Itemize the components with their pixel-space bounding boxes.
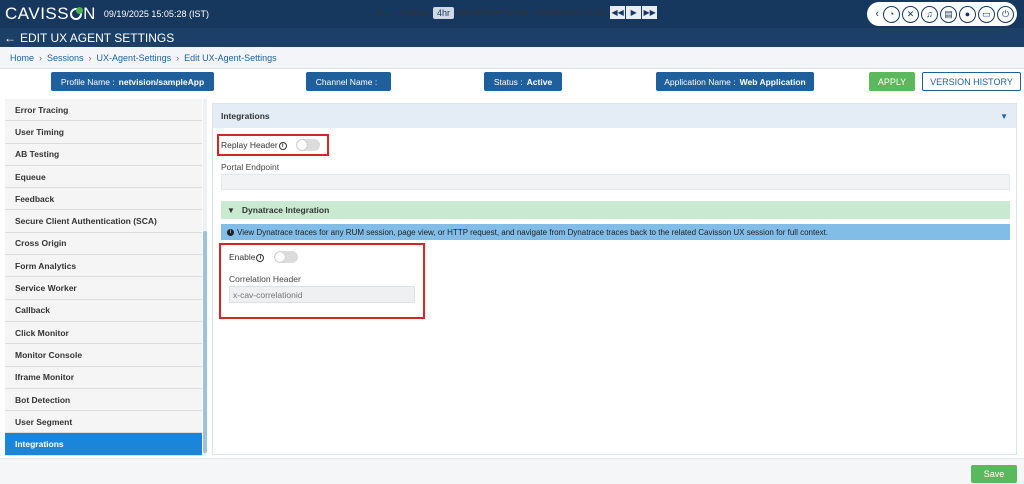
panel-title: Integrations xyxy=(221,111,270,121)
breadcrumb-ux-agent-settings[interactable]: UX-Agent-Settings xyxy=(97,53,172,63)
chat-icon[interactable]: ▭ xyxy=(978,5,995,23)
sidebar-item-bot-detection[interactable]: Bot Detection xyxy=(5,388,202,412)
enable-label: Enable i xyxy=(229,252,265,262)
sidebar-item-equeue[interactable]: Equeue xyxy=(5,165,202,189)
time-range-value: 09/19/2025 10:49 - 09/19/2025 14:49 xyxy=(458,7,607,18)
sidebar-item-iframe-monitor[interactable]: Iframe Monitor xyxy=(5,366,202,389)
sidebar-item-feedback[interactable]: Feedback xyxy=(5,188,202,211)
channel-name-badge: Channel Name : xyxy=(306,72,391,91)
correlation-header-label: Correlation Header xyxy=(229,274,301,284)
caret-down-icon[interactable]: ▼ xyxy=(1000,112,1008,121)
info-icon[interactable]: i xyxy=(278,142,287,150)
breadcrumb: Home › Sessions › UX-Agent-Settings › Ed… xyxy=(0,47,1024,69)
user-icon[interactable]: ● xyxy=(959,5,976,23)
time-range-badge[interactable]: 4hr xyxy=(433,6,455,19)
dynatrace-info-text: View Dynatrace traces for any RUM sessio… xyxy=(237,227,829,237)
version-history-button[interactable]: VERSION HISTORY xyxy=(922,72,1021,91)
chevron-left-icon[interactable]: ‹ xyxy=(875,8,879,20)
page-title: EDIT UX AGENT SETTINGS xyxy=(20,30,175,45)
save-button[interactable]: Save xyxy=(971,465,1017,483)
dynatrace-section-title: Dynatrace Integration xyxy=(241,205,330,215)
replay-header-label: Replay Header i xyxy=(221,140,287,150)
chevron-right-icon: › xyxy=(88,52,92,63)
info-icon[interactable]: i xyxy=(256,254,265,262)
sidebar-item-form-analytics[interactable]: Form Analytics xyxy=(5,255,202,278)
sidebar-scroll-thumb[interactable] xyxy=(203,231,207,453)
sidebar-item-click-monitor[interactable]: Click Monitor xyxy=(5,321,202,345)
breadcrumb-home[interactable]: Home xyxy=(10,53,34,63)
sidebar-item-sca[interactable]: Secure Client Authentication (SCA) xyxy=(5,210,202,233)
history-icon[interactable]: ◔ xyxy=(883,5,900,23)
info-circle-icon: i xyxy=(227,228,234,236)
chevron-right-icon: › xyxy=(176,52,180,63)
time-range-label[interactable]: Past 4 Hours xyxy=(377,8,429,18)
status-badge: Status : Active xyxy=(484,72,562,91)
portal-endpoint-input[interactable] xyxy=(221,174,1010,190)
cavisson-logo: CAVISS N xyxy=(5,4,96,23)
back-arrow-icon[interactable]: ← xyxy=(4,31,16,45)
current-datetime: 09/19/2025 15:05:28 (IST) xyxy=(103,9,209,19)
breadcrumb-sessions[interactable]: Sessions xyxy=(47,53,84,63)
sidebar-item-cross-origin[interactable]: Cross Origin xyxy=(5,232,202,256)
sidebar-item-user-timing[interactable]: User Timing xyxy=(5,121,202,144)
sidebar-item-error-tracing[interactable]: Error Tracing xyxy=(5,99,202,122)
page-title-bar: ← EDIT UX AGENT SETTINGS xyxy=(0,28,1024,47)
time-range-selector[interactable]: Past 4 Hours 4hr 09/19/2025 10:49 - 09/1… xyxy=(377,6,658,19)
sidebar-item-service-worker[interactable]: Service Worker xyxy=(5,277,202,300)
chevron-right-icon: › xyxy=(39,52,43,63)
profile-name-badge: Profile Name : netvision/sampleApp xyxy=(51,72,214,91)
dynatrace-info-banner: i View Dynatrace traces for any RUM sess… xyxy=(221,224,1010,240)
footer xyxy=(0,458,1024,484)
integrations-panel: Integrations ▼ Replay Header i Portal End… xyxy=(212,103,1017,455)
header-icon-bar: ‹ ◔ ✕ ♫ ▤ ● ▭ ⏻ xyxy=(867,2,1017,26)
sidebar-item-user-segment[interactable]: User Segment xyxy=(5,411,202,434)
application-name-badge: Application Name : Web Application xyxy=(656,72,814,91)
apply-button[interactable]: APPLY xyxy=(869,72,915,91)
play-icon[interactable]: ▶ xyxy=(626,6,642,19)
panel-header[interactable]: Integrations ▼ xyxy=(213,104,1016,128)
replay-header-toggle[interactable] xyxy=(296,139,320,151)
wrench-cross-icon[interactable]: ✕ xyxy=(902,5,919,23)
sidebar-scrollbar[interactable] xyxy=(203,99,207,456)
enable-toggle[interactable] xyxy=(274,251,298,263)
rewind-icon[interactable]: ◀◀ xyxy=(610,6,626,19)
breadcrumb-edit: Edit UX-Agent-Settings xyxy=(184,52,277,63)
chevron-down-icon[interactable]: ▼ xyxy=(227,206,235,215)
sidebar-item-integrations[interactable]: Integrations xyxy=(5,433,202,456)
dynatrace-section-header[interactable]: ▼ Dynatrace Integration xyxy=(221,201,1010,219)
sidebar-item-callback[interactable]: Callback xyxy=(5,299,202,322)
power-icon[interactable]: ⏻ xyxy=(997,5,1014,23)
portal-endpoint-label: Portal Endpoint xyxy=(221,162,280,172)
correlation-header-input[interactable] xyxy=(229,286,415,303)
fast-forward-icon[interactable]: ▶▶ xyxy=(642,6,658,19)
save-icon[interactable]: ▤ xyxy=(940,5,957,23)
settings-sidebar: Error Tracing User Timing AB Testing Equ… xyxy=(5,99,202,456)
sidebar-item-ab-testing[interactable]: AB Testing xyxy=(5,143,202,166)
sidebar-item-monitor-console[interactable]: Monitor Console xyxy=(5,344,202,367)
bell-icon[interactable]: ♫ xyxy=(921,5,938,23)
